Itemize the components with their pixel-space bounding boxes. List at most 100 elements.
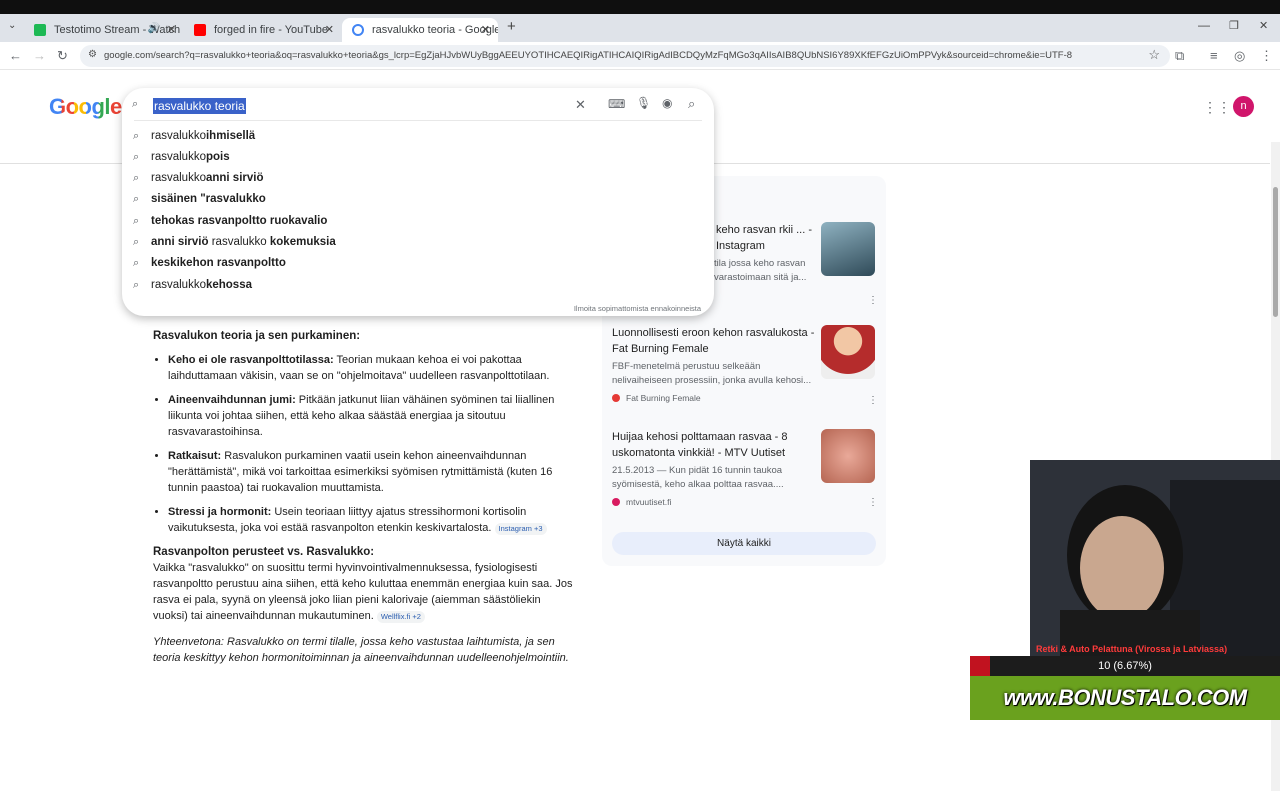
card-more-icon[interactable]: ⋮: [868, 295, 878, 306]
tab-testotimo[interactable]: Testotimo Stream - Watch L 🔊 ✕: [24, 18, 184, 42]
suggestion-item[interactable]: ⌕ anni sirviö rasvalukko kokemuksia: [133, 232, 336, 252]
url-text[interactable]: google.com/search?q=rasvalukko+teoria&oq…: [104, 50, 1134, 61]
suggestion-bold: kehossa: [205, 279, 252, 291]
close-window-icon[interactable]: ✕: [1259, 19, 1268, 32]
answer-bullets: Keho ei ole rasvanpolttotilassa: Teorian…: [153, 352, 573, 536]
tab-google[interactable]: rasvalukko teoria - Google-hak ✕: [342, 18, 498, 42]
streamer-silhouette: [1030, 460, 1280, 656]
suggestion-pre: rasvalukko: [151, 130, 206, 142]
bookmark-star-icon[interactable]: ☆: [1148, 47, 1160, 63]
audio-icon: 🔊: [147, 23, 160, 34]
suggestion-item[interactable]: ⌕ sisäinen "rasvalukko: [133, 189, 266, 209]
bullet-title: Ratkaisut:: [168, 450, 222, 462]
search-icon: ⌕: [133, 150, 140, 163]
reload-icon[interactable]: ↻: [57, 48, 68, 64]
card-title[interactable]: Huijaa kehosi polttamaan rasvaa - 8 usko…: [612, 429, 816, 461]
search-icon: ⌕: [133, 192, 140, 205]
source-chip[interactable]: Instagram +3: [494, 523, 547, 535]
list-item: Aineenvaihdunnan jumi: Pitkään jatkunut …: [168, 392, 573, 440]
suggestion-pre: rasvalukko: [151, 279, 206, 291]
menu-icon[interactable]: ⋮: [1260, 48, 1273, 64]
microphone-icon[interactable]: 🎙: [636, 96, 651, 110]
card-source: Fat Burning Female: [626, 393, 701, 403]
minimize-icon[interactable]: —: [1198, 18, 1210, 32]
bullet-title: Stressi ja hormonit:: [168, 506, 272, 518]
report-predictions-link[interactable]: Ilmoita sopimattomista ennakoinneista: [574, 304, 701, 313]
media-controls-icon[interactable]: ≡: [1210, 48, 1218, 63]
profile-icon[interactable]: ◎: [1234, 48, 1245, 64]
suggestion-item[interactable]: ⌕ keskikehon rasvanpoltto: [133, 253, 286, 273]
list-item: Ratkaisut: Rasvalukon purkaminen vaatii …: [168, 448, 573, 496]
restore-icon[interactable]: ❐: [1229, 19, 1239, 32]
bullet-title: Aineenvaihdunnan jumi:: [168, 394, 296, 406]
bullet-text: Rasvalukon purkaminen vaatii usein kehon…: [168, 450, 553, 494]
search-icon: ⌕: [133, 171, 140, 184]
tab-label: rasvalukko teoria - Google-hak: [372, 24, 498, 36]
google-favicon-icon: [352, 24, 364, 36]
card-more-icon[interactable]: ⋮: [868, 497, 878, 508]
list-item: Keho ei ole rasvanpolttotilassa: Teorian…: [168, 352, 573, 384]
search-submit-icon[interactable]: ⌕: [688, 96, 695, 112]
suggestion-item[interactable]: ⌕ tehokas rasvanpoltto ruokavalio: [133, 211, 327, 231]
search-icon: ⌕: [133, 129, 140, 142]
clear-search-icon[interactable]: ✕: [575, 97, 586, 113]
sponsor-banner: www.BONUSTALO.COM: [970, 676, 1280, 720]
search-icon: ⌕: [133, 278, 140, 291]
source-card[interactable]: Huijaa kehosi polttamaan rasvaa - 8 usko…: [612, 429, 882, 508]
keyboard-icon[interactable]: ⌨: [608, 97, 625, 111]
card-thumbnail[interactable]: [821, 325, 875, 379]
card-more-icon[interactable]: ⋮: [868, 395, 878, 406]
list-item: Stressi ja hormonit: Usein teoriaan liit…: [168, 504, 573, 536]
google-apps-icon[interactable]: ⋮⋮: [1203, 99, 1231, 116]
answer-subheading: Rasvanpolton perusteet vs. Rasvalukko:: [153, 546, 375, 558]
google-logo[interactable]: Google: [49, 94, 122, 120]
navigation-bar: ← → ↻ ⚙ google.com/search?q=rasvalukko+t…: [0, 42, 1280, 70]
card-thumbnail[interactable]: [821, 429, 875, 483]
suggestion-item[interactable]: ⌕ rasvalukko kehossa: [133, 275, 252, 295]
scrollbar-thumb[interactable]: [1273, 187, 1278, 317]
answer-summary: Yhteenvetona: Rasvalukko on termi tilall…: [153, 636, 569, 664]
suggestion-bold: pois: [205, 151, 230, 163]
address-bar[interactable]: ⚙ google.com/search?q=rasvalukko+teoria&…: [80, 45, 1170, 67]
suggestion-bold: keskikehon rasvanpoltto: [151, 257, 286, 269]
close-tab-icon[interactable]: ✕: [325, 23, 334, 36]
card-thumbnail[interactable]: [821, 222, 875, 276]
extensions-icon[interactable]: ⧉: [1175, 48, 1184, 64]
suggestion-item[interactable]: ⌕ rasvalukko anni sirviö: [133, 168, 264, 188]
fbf-favicon-icon: [612, 394, 620, 402]
suggestion-bold: anni sirviö: [151, 236, 209, 248]
close-tab-icon[interactable]: ✕: [167, 23, 176, 36]
new-tab-button[interactable]: +: [507, 18, 516, 35]
lens-camera-icon[interactable]: ◉: [662, 96, 672, 110]
suggestion-post: rasvalukko: [208, 236, 270, 248]
overlay-title: Retki & Auto Pelattuna (Virossa ja Latvi…: [1036, 644, 1228, 654]
card-desc: FBF-menetelmä perustuu selkeään nelivaih…: [612, 361, 812, 386]
suggestion-bold: ihmisellä: [205, 130, 256, 142]
search-icon: ⌕: [132, 98, 139, 110]
answer-paragraph: Vaikka "rasvalukko" on suosittu termi hy…: [153, 562, 573, 622]
suggestion-bold: tehokas rasvanpoltto ruokavalio: [151, 215, 328, 227]
forward-icon[interactable]: →: [33, 48, 46, 63]
search-input[interactable]: rasvalukko teoria: [153, 98, 246, 114]
suggestion-bold: anni sirviö: [205, 172, 264, 184]
mtv-favicon-icon: [612, 498, 620, 506]
search-icon: ⌕: [133, 214, 140, 227]
site-info-icon[interactable]: ⚙: [88, 49, 97, 60]
webcam-overlay: [1030, 460, 1280, 656]
suggestion-item[interactable]: ⌕ rasvalukko ihmisellä: [133, 126, 255, 146]
bullet-title: Keho ei ole rasvanpolttotilassa:: [168, 354, 334, 366]
card-title[interactable]: Luonnollisesti eroon kehon rasvalukosta …: [612, 325, 816, 357]
source-card[interactable]: Luonnollisesti eroon kehon rasvalukosta …: [612, 325, 882, 406]
back-icon[interactable]: ←: [9, 48, 22, 63]
suggestion-item[interactable]: ⌕ rasvalukko pois: [133, 147, 230, 167]
search-autocomplete-panel: ⌕ rasvalukko teoria ✕ ⌨ 🎙 ◉ ⌕ ⌕ rasvalukk…: [122, 88, 714, 316]
show-all-button[interactable]: Näytä kaikki: [612, 532, 876, 555]
ai-answer: Rasvalukon teoria ja sen purkaminen: Keh…: [153, 328, 573, 676]
suggestion-pre: rasvalukko: [151, 151, 206, 163]
account-avatar[interactable]: n: [1233, 96, 1254, 117]
source-chip[interactable]: Wellflix.fi +2: [376, 611, 425, 623]
close-tab-icon[interactable]: ✕: [481, 23, 490, 36]
tab-youtube[interactable]: forged in fire - YouTube ✕: [184, 18, 342, 42]
tab-search-chevron-icon[interactable]: ⌄: [8, 20, 16, 31]
answer-heading: Rasvalukon teoria ja sen purkaminen:: [153, 330, 361, 342]
